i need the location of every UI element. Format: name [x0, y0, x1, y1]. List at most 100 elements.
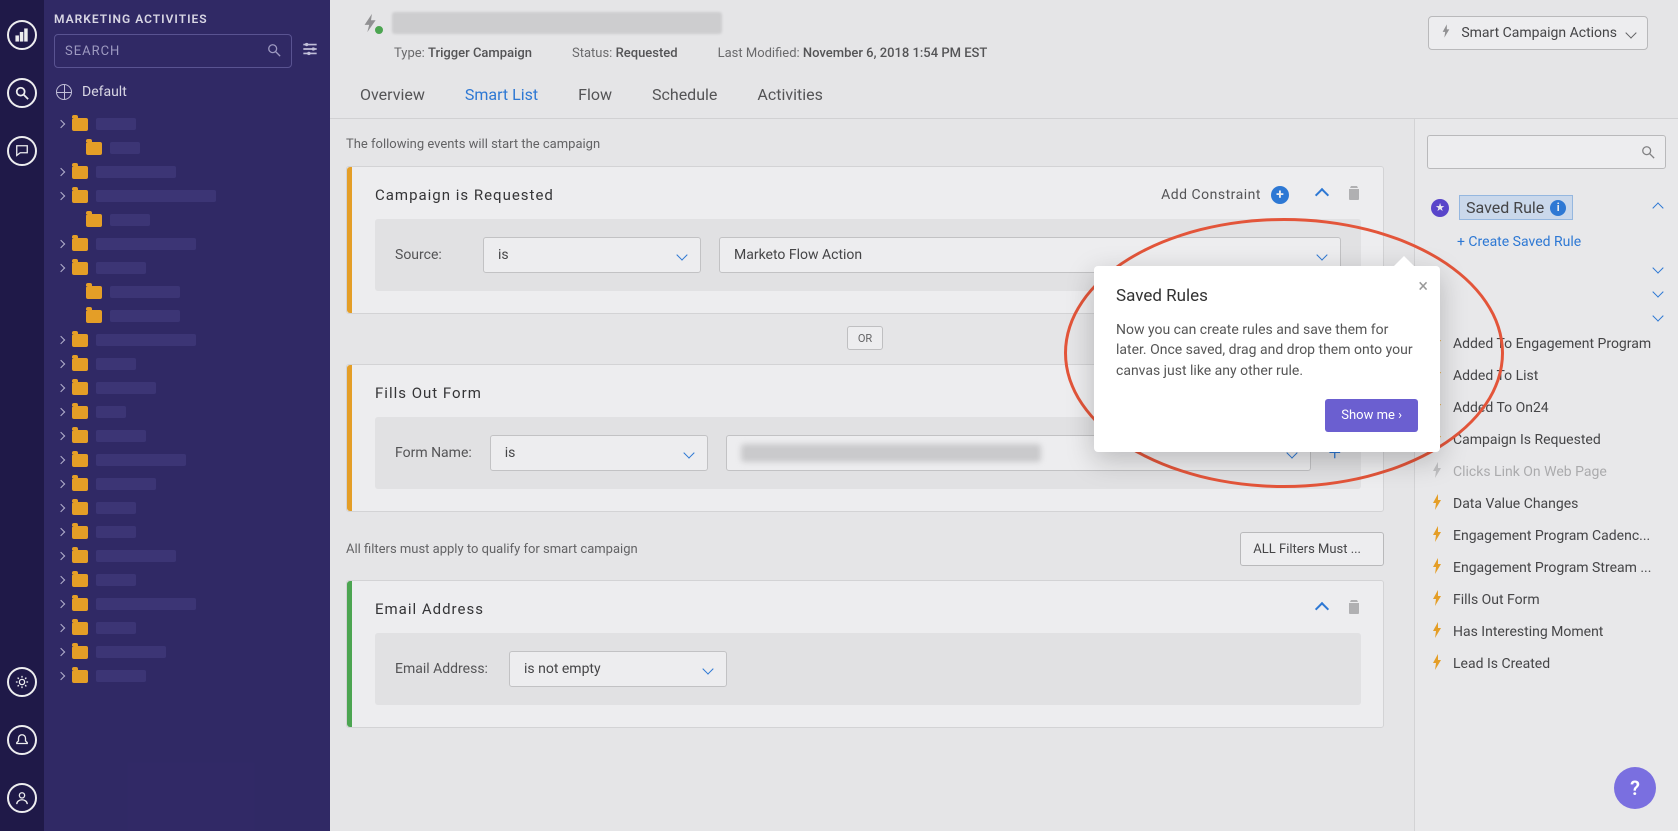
bolt-icon	[1441, 24, 1451, 42]
card-title: Email Address	[375, 600, 1317, 618]
tree-item[interactable]	[44, 376, 330, 400]
tree-item[interactable]	[44, 424, 330, 448]
campaign-title-redacted	[392, 12, 722, 34]
trigger-item[interactable]: Added To Engagement Program	[1427, 328, 1666, 360]
analytics-icon[interactable]	[7, 20, 37, 50]
info-icon[interactable]: i	[1550, 200, 1566, 216]
close-icon[interactable]: ×	[1418, 276, 1428, 297]
folder-icon	[72, 406, 88, 419]
operator-select[interactable]: is not empty	[509, 651, 727, 687]
tree-item[interactable]	[44, 472, 330, 496]
tree-item[interactable]	[44, 544, 330, 568]
trigger-item[interactable]: Has Interesting Moment	[1427, 616, 1666, 648]
collapsed-section[interactable]	[1427, 256, 1666, 280]
show-me-button[interactable]: Show me ›	[1325, 399, 1418, 432]
source-label: Source:	[395, 247, 465, 263]
bolt-icon	[1431, 462, 1443, 482]
tree-item[interactable]	[44, 328, 330, 352]
bolt-icon	[1431, 558, 1443, 578]
tree-item[interactable]	[44, 256, 330, 280]
trigger-item[interactable]: Engagement Program Cadenc...	[1427, 520, 1666, 552]
popover-body: Now you can create rules and save them f…	[1116, 320, 1418, 381]
delete-icon[interactable]	[1347, 185, 1361, 205]
folder-icon	[72, 358, 88, 371]
trigger-item[interactable]: Data Value Changes	[1427, 488, 1666, 520]
trigger-item[interactable]: Engagement Program Stream ...	[1427, 552, 1666, 584]
collapse-toggle[interactable]	[1315, 188, 1329, 202]
status-active-dot	[374, 25, 384, 35]
folder-icon	[72, 430, 88, 443]
sidebar-title: MARKETING ACTIVITIES	[44, 0, 330, 34]
palette-search-input[interactable]	[1438, 145, 1641, 160]
tree-item[interactable]	[44, 352, 330, 376]
tree-item[interactable]	[44, 184, 330, 208]
add-constraint-button[interactable]: +	[1271, 186, 1289, 204]
search-input[interactable]	[65, 44, 267, 59]
tab-activities[interactable]: Activities	[757, 73, 822, 118]
saved-rule-section[interactable]: ★ Saved Rule i	[1427, 187, 1666, 228]
tab-overview[interactable]: Overview	[360, 73, 425, 118]
tree-item[interactable]	[44, 448, 330, 472]
tree-item[interactable]	[44, 520, 330, 544]
trigger-item[interactable]: Clicks Link On Web Page	[1427, 456, 1666, 488]
tree-item[interactable]	[44, 400, 330, 424]
trigger-item[interactable]: Campaign Is Requested	[1427, 424, 1666, 456]
popover-title: Saved Rules	[1116, 286, 1418, 306]
collapse-toggle[interactable]	[1315, 602, 1329, 616]
filters-hint: All filters must apply to qualify for sm…	[346, 542, 1240, 557]
trigger-item[interactable]: Added To List	[1427, 360, 1666, 392]
tree-item[interactable]	[44, 112, 330, 136]
email-address-label: Email Address:	[395, 661, 491, 677]
tree-item[interactable]	[44, 160, 330, 184]
collapsed-section[interactable]	[1427, 304, 1666, 328]
sidebar-search[interactable]	[54, 34, 292, 68]
tree-item[interactable]	[44, 616, 330, 640]
search-icon	[267, 42, 281, 61]
tree-item[interactable]	[44, 208, 330, 232]
create-saved-rule-link[interactable]: + Create Saved Rule	[1427, 228, 1666, 256]
tab-flow[interactable]: Flow	[578, 73, 612, 118]
operator-select[interactable]: is	[483, 237, 701, 273]
search-icon[interactable]	[7, 78, 37, 108]
smart-campaign-actions-button[interactable]: Smart Campaign Actions	[1428, 16, 1648, 50]
tree-item[interactable]	[44, 232, 330, 256]
help-fab[interactable]: ?	[1614, 767, 1656, 809]
chat-icon[interactable]	[7, 136, 37, 166]
tab-schedule[interactable]: Schedule	[652, 73, 717, 118]
bolt-icon	[1431, 654, 1443, 674]
folder-icon	[86, 286, 102, 299]
tree-item[interactable]	[44, 136, 330, 160]
filter-logic-select[interactable]: ALL Filters Must ...	[1240, 532, 1384, 566]
tree-item[interactable]	[44, 280, 330, 304]
sliders-icon[interactable]	[300, 39, 320, 63]
tree-item[interactable]	[44, 592, 330, 616]
folder-icon	[72, 262, 88, 275]
tree-item[interactable]	[44, 640, 330, 664]
bell-icon[interactable]	[7, 725, 37, 755]
folder-icon	[72, 646, 88, 659]
card-title: Campaign is Requested	[375, 186, 1161, 204]
tree-item[interactable]	[44, 664, 330, 688]
folder-icon	[72, 454, 88, 467]
tree-item[interactable]	[44, 568, 330, 592]
trigger-item[interactable]: Lead Is Created	[1427, 648, 1666, 680]
collapsed-section[interactable]	[1427, 280, 1666, 304]
folder-icon	[72, 382, 88, 395]
sidebar: MARKETING ACTIVITIES Default	[44, 0, 330, 831]
trigger-item[interactable]: Added To On24	[1427, 392, 1666, 424]
bolt-icon	[1431, 622, 1443, 642]
trigger-item[interactable]: Fills Out Form	[1427, 584, 1666, 616]
gear-icon[interactable]	[7, 667, 37, 697]
operator-select[interactable]: is	[490, 435, 708, 471]
bolt-icon	[1431, 494, 1443, 514]
delete-icon[interactable]	[1347, 599, 1361, 619]
chevron-down-icon	[1652, 286, 1663, 297]
tab-smart-list[interactable]: Smart List	[465, 73, 538, 118]
user-icon[interactable]	[7, 783, 37, 813]
folder-icon	[72, 238, 88, 251]
tree-item[interactable]	[44, 496, 330, 520]
workspace-default[interactable]: Default	[44, 78, 330, 110]
tree-item[interactable]	[44, 304, 330, 328]
chevron-down-icon	[683, 447, 694, 458]
palette-search[interactable]	[1427, 135, 1666, 169]
